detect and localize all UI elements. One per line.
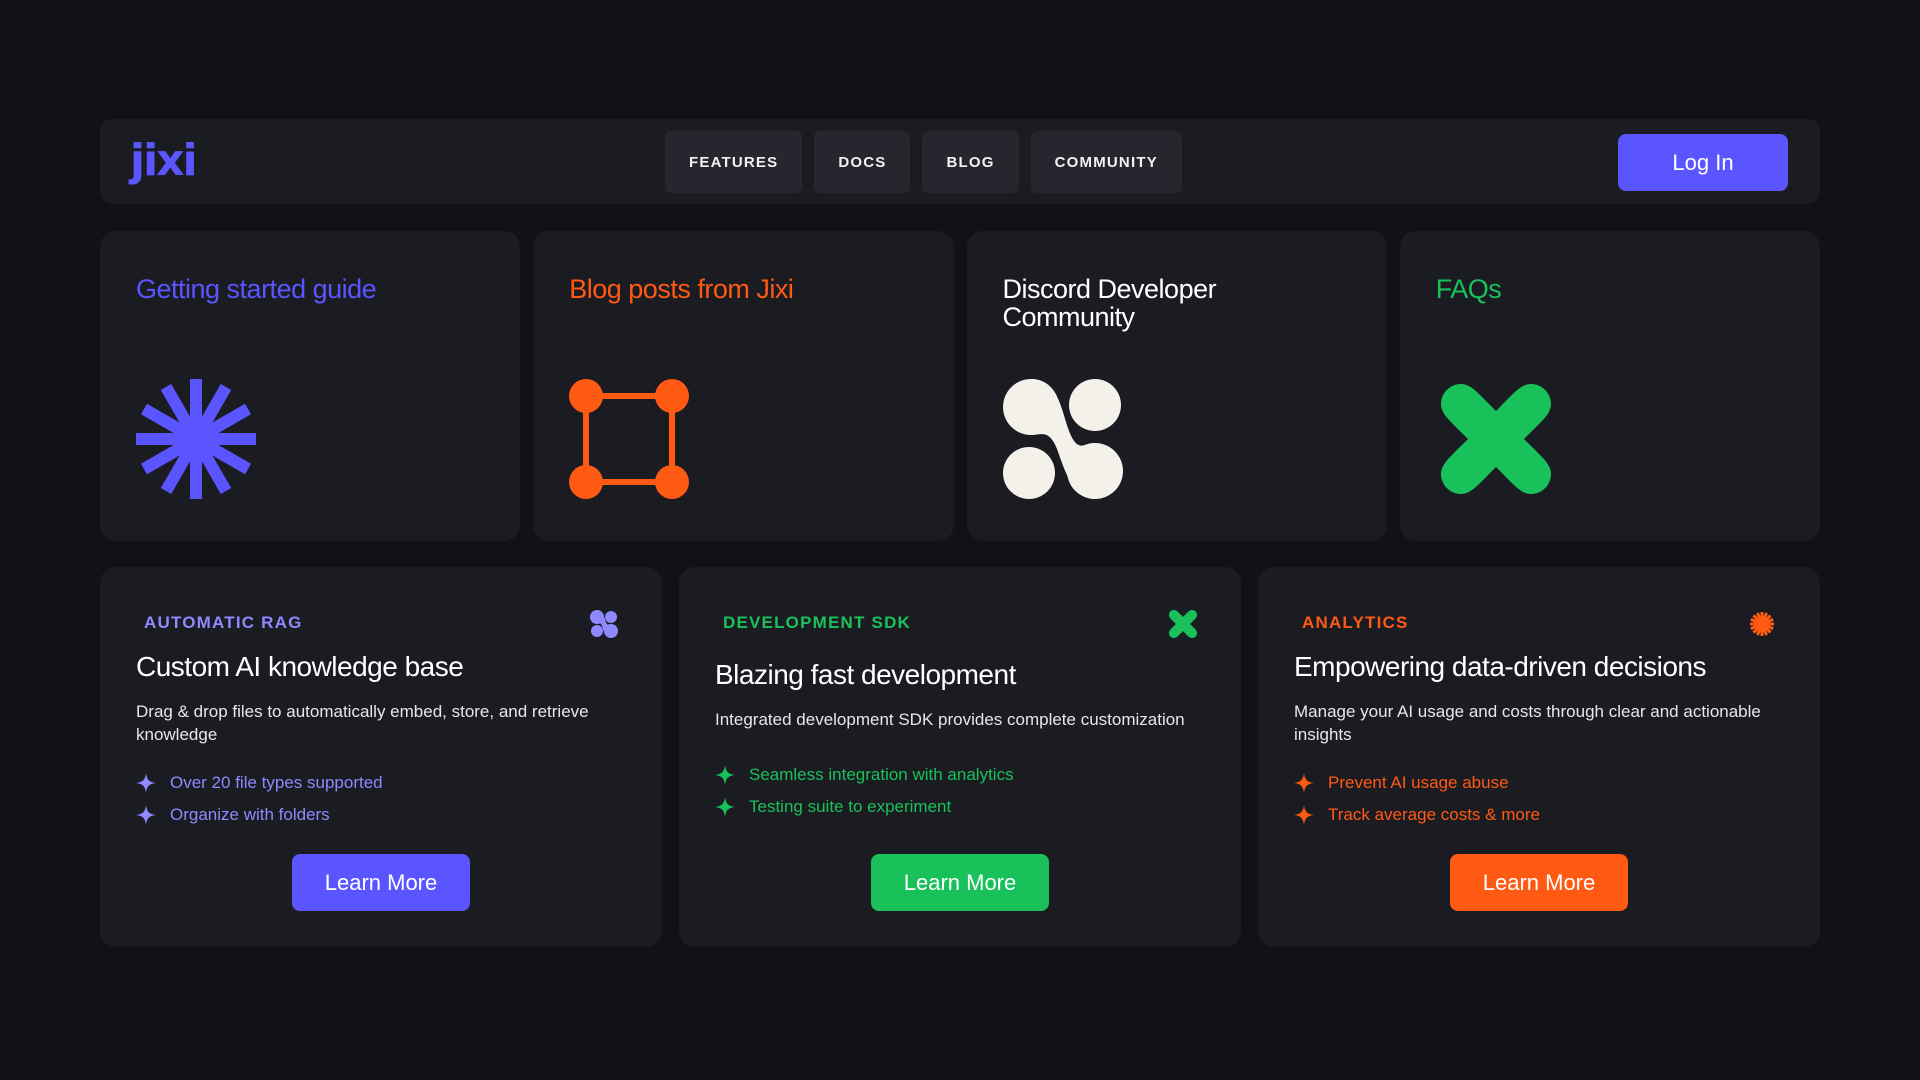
card-title: Blog posts from Jixi — [569, 274, 794, 304]
list-item: Organize with folders — [136, 799, 383, 831]
learn-more-button[interactable]: Learn More — [871, 854, 1049, 911]
sparkle-icon — [1294, 773, 1314, 793]
node-square-icon — [569, 379, 690, 499]
asterisk-icon — [136, 379, 256, 499]
feature-tag: DEVELOPMENT SDK — [723, 613, 912, 632]
login-button[interactable]: Log In — [1618, 134, 1788, 191]
page: jixi FEATURES DOCS BLOG COMMUNITY Log In… — [0, 0, 1920, 1080]
feature-tag: ANALYTICS — [1302, 613, 1409, 632]
bullet-text: Over 20 file types supported — [170, 773, 383, 792]
sparkle-icon — [136, 773, 156, 793]
feature-bullets: Seamless integration with analytics Test… — [715, 759, 1014, 823]
sparkle-icon — [136, 805, 156, 825]
discord-community-card[interactable]: Discord Developer Community — [966, 231, 1387, 541]
sparkle-icon — [715, 797, 735, 817]
nav-link-community[interactable]: COMMUNITY — [1030, 131, 1182, 193]
learn-more-button[interactable]: Learn More — [1450, 854, 1628, 911]
faqs-card[interactable]: FAQs — [1399, 231, 1820, 541]
blog-posts-card[interactable]: Blog posts from Jixi — [533, 231, 954, 541]
feature-bullets: Prevent AI usage abuse Track average cos… — [1294, 767, 1540, 831]
learn-more-button[interactable]: Learn More — [292, 854, 470, 911]
nav-link-blog[interactable]: BLOG — [922, 131, 1019, 193]
feature-description: Integrated development SDK provides comp… — [715, 710, 1185, 729]
nav-link-features[interactable]: FEATURES — [665, 131, 803, 193]
jixi-logo[interactable]: jixi — [130, 135, 198, 186]
analytics-card: ANALYTICS Empowering data-driven decisio… — [1258, 567, 1820, 947]
bullet-text: Track average costs & more — [1328, 805, 1540, 824]
feature-description: Drag & drop files to automatically embed… — [136, 702, 589, 744]
x-icon — [1169, 610, 1197, 638]
list-item: Testing suite to experiment — [715, 791, 1014, 823]
starburst-icon — [1750, 612, 1774, 636]
sparkle-icon — [715, 765, 735, 785]
nav-links: FEATURES DOCS BLOG COMMUNITY — [665, 131, 1182, 193]
feature-cards: AUTOMATIC RAG Custom AI knowledge base D… — [100, 567, 1820, 947]
list-item: Track average costs & more — [1294, 799, 1540, 831]
rounded-x-icon — [1440, 384, 1551, 494]
top-navbar: jixi FEATURES DOCS BLOG COMMUNITY Log In — [100, 119, 1820, 204]
getting-started-card[interactable]: Getting started guide — [100, 231, 521, 541]
feature-bullets: Over 20 file types supported Organize wi… — [136, 767, 383, 831]
bullet-text: Testing suite to experiment — [749, 797, 952, 816]
sparkle-icon — [1294, 805, 1314, 825]
clover-icon — [590, 610, 618, 638]
nav-link-docs[interactable]: DOCS — [814, 131, 911, 193]
card-title: Getting started guide — [136, 274, 377, 304]
bullet-text: Prevent AI usage abuse — [1328, 773, 1509, 792]
card-title: FAQs — [1435, 274, 1502, 304]
feature-title: Custom AI knowledge base — [136, 651, 464, 682]
list-item: Prevent AI usage abuse — [1294, 767, 1540, 799]
feature-tag: AUTOMATIC RAG — [144, 613, 303, 632]
automatic-rag-card: AUTOMATIC RAG Custom AI knowledge base D… — [100, 567, 662, 947]
bullet-text: Seamless integration with analytics — [749, 765, 1014, 784]
bullet-text: Organize with folders — [170, 805, 330, 824]
feature-description: Manage your AI usage and costs through c… — [1294, 702, 1761, 744]
resource-cards: Getting started guide Blog posts from Ji… — [100, 231, 1820, 541]
list-item: Seamless integration with analytics — [715, 759, 1014, 791]
feature-title: Blazing fast development — [715, 659, 1016, 690]
development-sdk-card: DEVELOPMENT SDK Blazing fast development… — [679, 567, 1241, 947]
card-title: Discord Developer Community — [1002, 274, 1217, 332]
blob-clover-icon — [1002, 379, 1123, 499]
feature-title: Empowering data-driven decisions — [1294, 651, 1707, 682]
list-item: Over 20 file types supported — [136, 767, 383, 799]
